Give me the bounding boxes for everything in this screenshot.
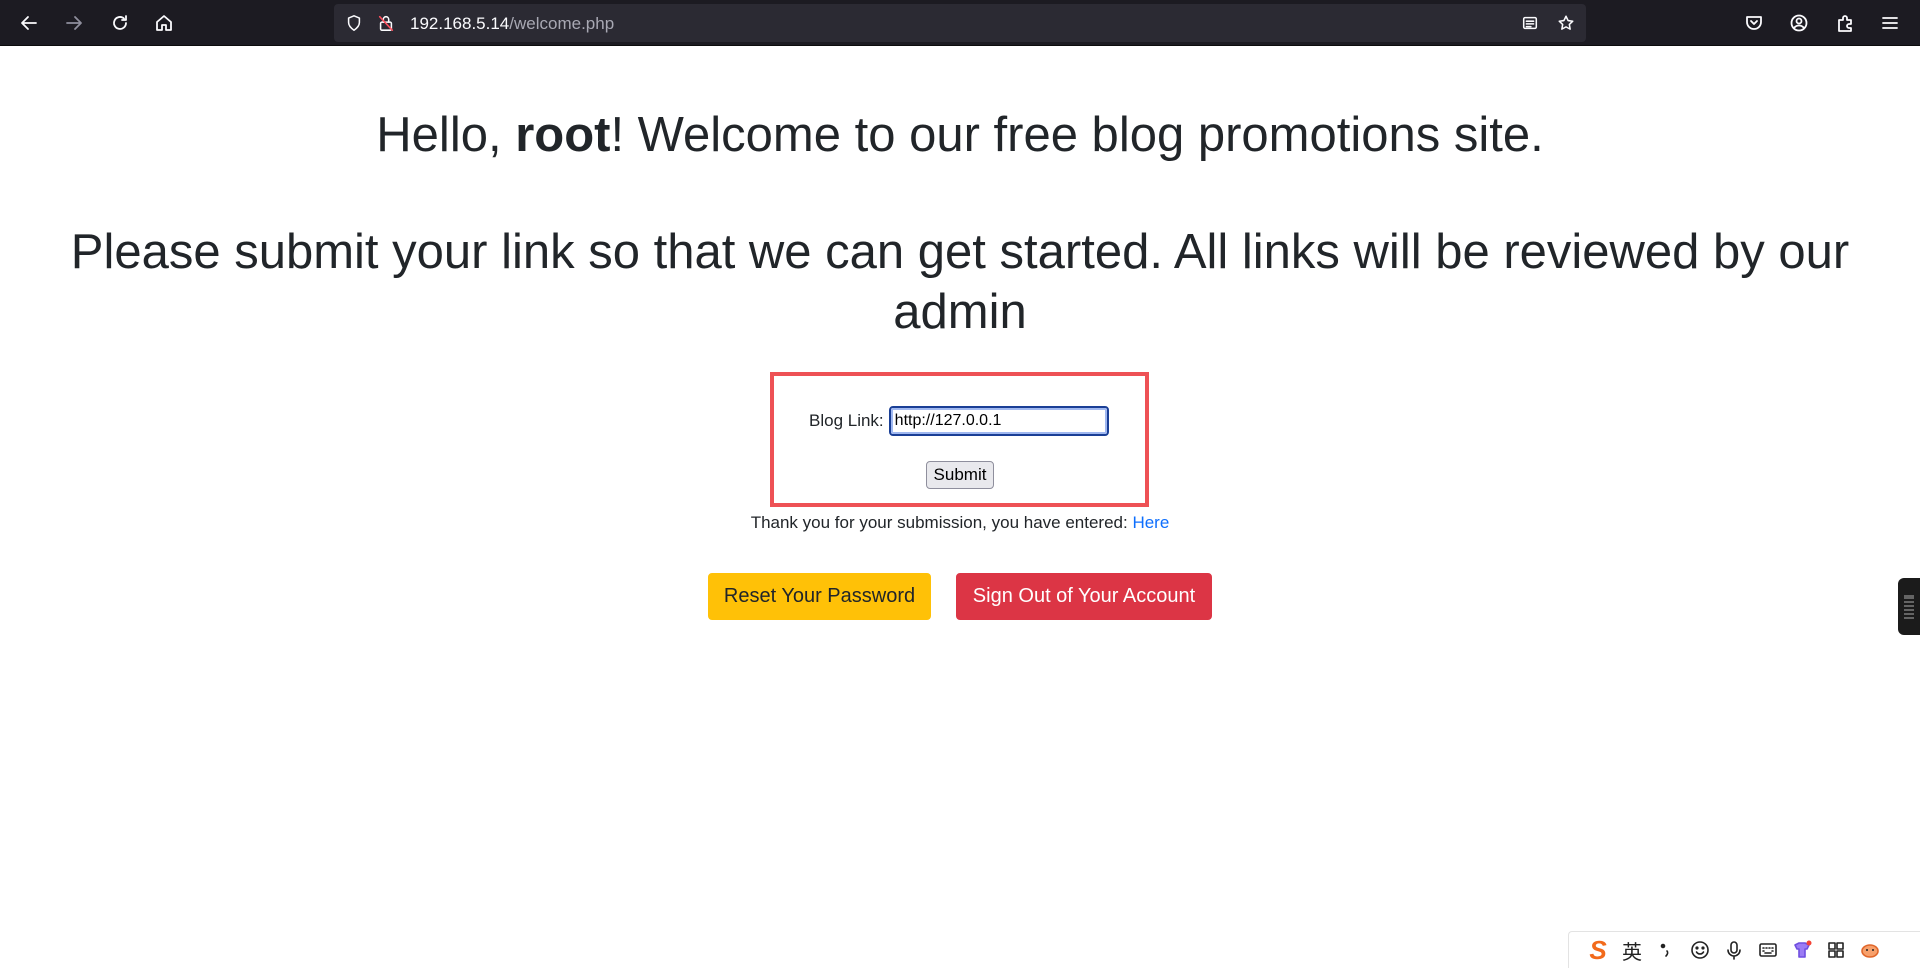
menu-button[interactable] xyxy=(1873,6,1907,40)
account-icon xyxy=(1790,14,1808,32)
back-arrow-icon xyxy=(21,16,37,30)
menu-icon xyxy=(1882,17,1898,29)
submission-text: Thank you for your submission, you have … xyxy=(750,513,1133,532)
username: root xyxy=(515,108,611,162)
reload-button[interactable] xyxy=(103,6,137,40)
extensions-button[interactable] xyxy=(1828,6,1862,40)
pocket-button[interactable] xyxy=(1737,6,1771,40)
instructions-heading: Please submit your link so that we can g… xyxy=(70,225,1850,339)
welcome-heading: Hello, root! Welcome to our free blog pr… xyxy=(0,105,1920,165)
submission-message: Thank you for your submission, you have … xyxy=(0,511,1920,535)
ime-mode-toggle[interactable]: 英 xyxy=(1615,935,1649,965)
submit-button[interactable]: Submit xyxy=(926,461,994,489)
home-icon xyxy=(156,15,172,31)
insecure-lock-icon[interactable] xyxy=(376,13,396,33)
blog-link-form: Blog Link: xyxy=(809,406,1109,436)
reload-icon xyxy=(113,15,127,30)
blog-link-label: Blog Link: xyxy=(809,411,884,430)
home-button[interactable] xyxy=(147,6,181,40)
url-path: /welcome.php xyxy=(509,14,615,33)
bookmark-star-icon[interactable] xyxy=(1556,13,1576,33)
blog-link-input[interactable] xyxy=(888,406,1109,436)
microphone-icon[interactable] xyxy=(1717,935,1751,965)
assistant-icon[interactable] xyxy=(1853,935,1887,965)
keyboard-icon[interactable] xyxy=(1751,935,1785,965)
browser-toolbar: 192.168.5.14/welcome.php xyxy=(0,0,1920,46)
pocket-icon xyxy=(1746,16,1762,30)
punctuation-icon[interactable] xyxy=(1649,935,1683,965)
ime-toolbar: S 英 xyxy=(1568,931,1920,968)
emoji-icon[interactable] xyxy=(1683,935,1717,965)
forward-arrow-icon xyxy=(66,16,82,30)
reset-password-button[interactable]: Reset Your Password xyxy=(708,573,931,620)
forward-button[interactable] xyxy=(57,6,91,40)
url-text[interactable]: 192.168.5.14/welcome.php xyxy=(410,14,614,34)
grip-icon xyxy=(1904,594,1914,619)
shield-icon[interactable] xyxy=(344,13,364,33)
sogou-logo-icon[interactable]: S xyxy=(1581,935,1615,965)
greeting-suffix: ! Welcome to our free blog promotions si… xyxy=(610,108,1544,162)
account-button[interactable] xyxy=(1782,6,1816,40)
sign-out-button[interactable]: Sign Out of Your Account xyxy=(956,573,1212,620)
back-button[interactable] xyxy=(12,6,46,40)
submission-link[interactable]: Here xyxy=(1132,513,1169,532)
skin-icon[interactable] xyxy=(1785,935,1819,965)
url-host: 192.168.5.14 xyxy=(410,14,510,33)
reader-view-icon[interactable] xyxy=(1520,13,1540,33)
page-content: Hello, root! Welcome to our free blog pr… xyxy=(0,47,1920,968)
grid-icon[interactable] xyxy=(1819,935,1853,965)
side-panel-handle[interactable] xyxy=(1898,578,1920,635)
greeting-prefix: Hello, xyxy=(376,108,516,162)
extensions-icon xyxy=(1838,15,1852,32)
url-bar[interactable]: 192.168.5.14/welcome.php xyxy=(334,4,1586,42)
